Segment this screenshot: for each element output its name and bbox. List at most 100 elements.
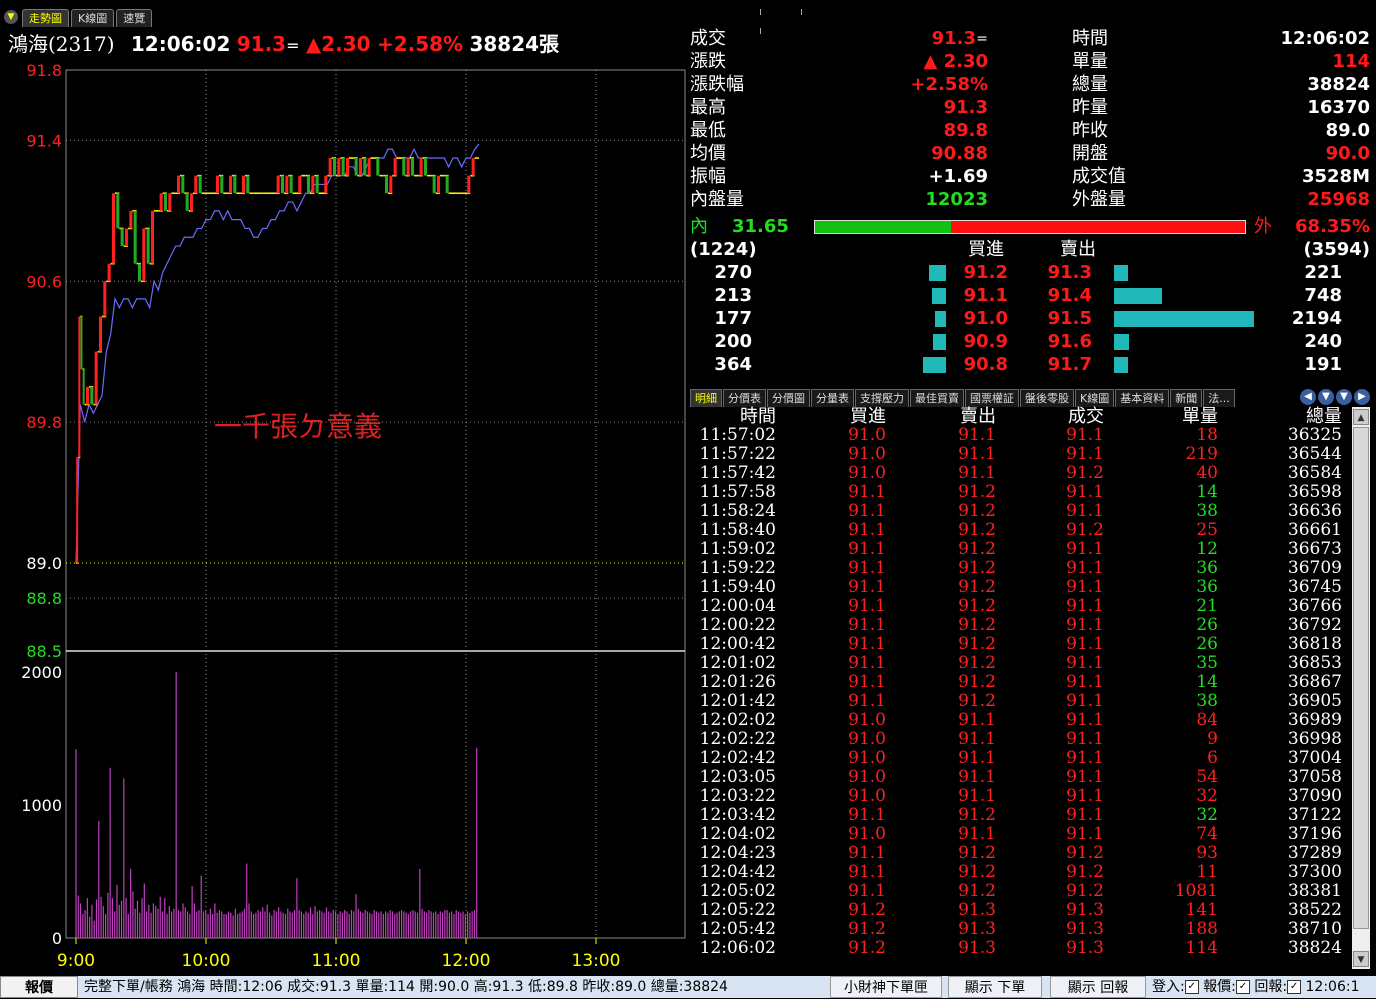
- table-row[interactable]: 12:02:22 91.0 91.1 91.1 9 36998: [690, 730, 1350, 749]
- table-cell: 91.2: [958, 539, 996, 559]
- table-row[interactable]: 11:57:58 91.1 91.2 91.1 14 36598: [690, 483, 1350, 502]
- price-change-bar: [328, 158, 332, 176]
- tab-overview[interactable]: 速覽: [116, 9, 153, 27]
- bid-total: (1224): [690, 239, 757, 260]
- inner-pct: 31.65: [732, 216, 789, 237]
- tab-detail-3[interactable]: 分量表: [811, 389, 854, 407]
- tab-detail-10[interactable]: 新聞: [1170, 389, 1203, 407]
- price-change-bar: [332, 158, 336, 176]
- table-row[interactable]: 12:04:42 91.1 91.2 91.2 11 37300: [690, 863, 1350, 882]
- table-row[interactable]: 12:02:42 91.0 91.1 91.1 6 37004: [690, 749, 1350, 768]
- table-row[interactable]: 12:05:42 91.2 91.3 91.3 188 38710: [690, 920, 1350, 939]
- table-row[interactable]: 12:00:42 91.1 91.2 91.1 26 36818: [690, 635, 1350, 654]
- tab-detail-5[interactable]: 最佳買賣: [910, 389, 964, 407]
- info-row: 內盤量 12023: [690, 189, 990, 211]
- price-change-bar: [241, 175, 245, 194]
- table-cell: 32: [1196, 786, 1218, 806]
- table-cell: 91.2: [958, 501, 996, 521]
- quote-eq: =: [286, 36, 300, 55]
- table-cell: 91.1: [958, 748, 996, 768]
- table-row[interactable]: 12:03:05 91.0 91.1 91.1 54 37058: [690, 768, 1350, 787]
- report-button[interactable]: 報價: [0, 976, 78, 998]
- show-reply-button[interactable]: 顯示 回報: [1050, 976, 1146, 998]
- tab-detail-1[interactable]: 分價表: [723, 389, 766, 407]
- tab-detail-2[interactable]: 分價圖: [767, 389, 810, 407]
- price-change-bar: [341, 158, 345, 176]
- table-scrollbar[interactable]: ▲ ▼: [1352, 407, 1370, 969]
- reply-checkbox[interactable]: ✓: [1287, 980, 1302, 994]
- chevron-down-icon[interactable]: ▼: [4, 10, 18, 24]
- scroll-right-icon[interactable]: ▶: [1354, 389, 1370, 405]
- table-row[interactable]: 11:57:02 91.0 91.1 91.1 18 36325: [690, 426, 1350, 445]
- tab-detail-0[interactable]: 明細: [690, 389, 722, 407]
- table-row[interactable]: 12:04:23 91.1 91.2 91.2 93 37289: [690, 844, 1350, 863]
- table-cell: 12:03:22: [699, 786, 776, 806]
- table-row[interactable]: 12:03:22 91.0 91.1 91.1 32 37090: [690, 787, 1350, 806]
- table-row[interactable]: 12:01:42 91.1 91.2 91.1 38 36905: [690, 692, 1350, 711]
- scroll-up-icon[interactable]: ▲: [1353, 409, 1369, 425]
- table-cell: 91.0: [848, 748, 886, 768]
- price-change-bar: [358, 158, 362, 176]
- table-cell: 36598: [1287, 482, 1342, 502]
- intraday-chart[interactable]: 9:00 10:00 11:00 12:00 13:00 91.8 91.4 90.6 89.8…: [0, 58, 688, 978]
- table-row[interactable]: 12:01:02 91.1 91.2 91.1 35 36853: [690, 654, 1350, 673]
- table-row[interactable]: 12:03:42 91.1 91.2 91.1 32 37122: [690, 806, 1350, 825]
- tab-detail-11[interactable]: 法...: [1203, 389, 1235, 407]
- price-change-bar: [98, 316, 102, 352]
- tab-detail-7[interactable]: 盤後零股: [1020, 389, 1074, 407]
- table-cell: 91.1: [848, 634, 886, 654]
- table-cell: 91.1: [958, 710, 996, 730]
- table-row[interactable]: 11:57:22 91.0 91.1 91.1 219 36544: [690, 445, 1350, 464]
- scrollbar-thumb[interactable]: [1353, 427, 1369, 929]
- price-change-bar: [367, 158, 371, 176]
- show-order-button[interactable]: 顯示 下單: [948, 976, 1042, 998]
- table-cell: 91.0: [848, 729, 886, 749]
- login-checkbox[interactable]: ✓: [1184, 980, 1199, 994]
- table-cell: 37090: [1287, 786, 1342, 806]
- table-row[interactable]: 12:01:26 91.1 91.2 91.1 14 36867: [690, 673, 1350, 692]
- tab-detail-6[interactable]: 國票權証: [965, 389, 1019, 407]
- table-cell: 12:00:04: [699, 596, 776, 616]
- table-row[interactable]: 12:06:02 91.2 91.3 91.3 114 38824: [690, 939, 1350, 958]
- table-row[interactable]: 11:57:42 91.0 91.1 91.2 40 36584: [690, 464, 1350, 483]
- table-cell: 36853: [1287, 653, 1342, 673]
- table-row[interactable]: 11:58:40 91.1 91.2 91.2 25 36661: [690, 521, 1350, 540]
- bid-price: 91.2: [963, 262, 1008, 283]
- scroll-left-icon[interactable]: ◀: [1300, 389, 1316, 405]
- info-label: 昨量: [1072, 97, 1108, 118]
- price-change-bar: [393, 158, 397, 176]
- table-row[interactable]: 11:58:24 91.1 91.2 91.1 38 36636: [690, 502, 1350, 521]
- scroll-down-icon[interactable]: ▼: [1353, 951, 1369, 967]
- table-cell: 91.1: [848, 615, 886, 635]
- tab-detail-9[interactable]: 基本資料: [1115, 389, 1170, 407]
- table-row[interactable]: 12:05:22 91.2 91.3 91.3 141 38522: [690, 901, 1350, 920]
- price-change-bar: [423, 158, 427, 176]
- top-tick-marks: [760, 0, 880, 34]
- tab-detail-8[interactable]: K線圖: [1075, 389, 1115, 407]
- table-row[interactable]: 12:04:02 91.0 91.1 91.1 74 37196: [690, 825, 1350, 844]
- info-label: 單量: [1072, 51, 1108, 72]
- chevron-down-icon[interactable]: ▼: [1318, 389, 1334, 405]
- table-cell: 12:03:42: [699, 805, 776, 825]
- price-change-bar: [410, 158, 414, 176]
- table-row[interactable]: 11:59:22 91.1 91.2 91.1 36 36709: [690, 559, 1350, 578]
- tab-kline[interactable]: K線圖: [71, 9, 115, 27]
- quote-checkbox[interactable]: ✓: [1235, 980, 1250, 994]
- table-cell: 91.0: [848, 710, 886, 730]
- table-row[interactable]: 11:59:02 91.1 91.2 91.1 12 36673: [690, 540, 1350, 559]
- table-row[interactable]: 12:00:22 91.1 91.2 91.1 26 36792: [690, 616, 1350, 635]
- table-row[interactable]: 12:00:04 91.1 91.2 91.1 21 36766: [690, 597, 1350, 616]
- table-row[interactable]: 12:02:02 91.0 91.1 91.1 84 36989: [690, 711, 1350, 730]
- table-cell: 91.3: [958, 919, 996, 939]
- ask-volume-bar: [1114, 311, 1254, 327]
- order-box-button[interactable]: 小財神下單匣: [830, 976, 942, 998]
- table-row[interactable]: 12:05:02 91.1 91.2 91.2 1081 38381: [690, 882, 1350, 901]
- table-cell: 74: [1196, 824, 1218, 844]
- table-cell: 91.1: [1066, 824, 1104, 844]
- info-row: 單量 114: [1072, 51, 1370, 73]
- chevron-down-icon[interactable]: ▼: [1336, 389, 1352, 405]
- table-cell: 37058: [1287, 767, 1342, 787]
- table-row[interactable]: 11:59:40 91.1 91.2 91.1 36 36745: [690, 578, 1350, 597]
- tab-trend[interactable]: 走勢圖: [22, 9, 69, 27]
- tab-detail-4[interactable]: 支撐壓力: [855, 389, 909, 407]
